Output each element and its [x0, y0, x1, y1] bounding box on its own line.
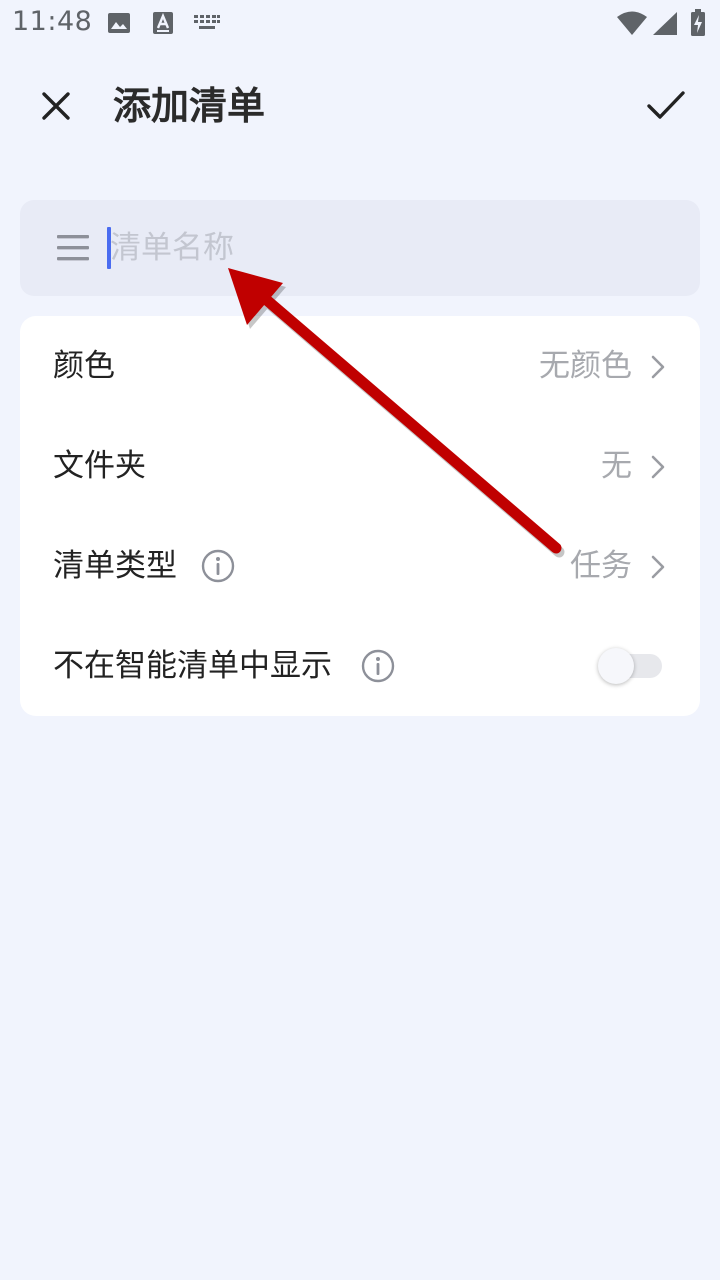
- add-list-screen: 11:48 添加清单 清单名称 颜色 无颜色 文件夹 无 清单类型 任务 不在智…: [0, 0, 720, 1280]
- hide-in-smart-list-toggle[interactable]: [598, 648, 662, 684]
- app-bar: 添加清单: [0, 56, 720, 156]
- check-icon: [647, 91, 685, 119]
- keyboard-icon: [194, 15, 220, 29]
- list-name-field[interactable]: [20, 200, 700, 296]
- color-label: 颜色: [53, 348, 115, 384]
- signal-icon: [653, 12, 677, 35]
- confirm-button[interactable]: [638, 78, 694, 134]
- page-title: 添加清单: [113, 84, 266, 128]
- status-time: 11:48: [12, 6, 93, 37]
- settings-card: 颜色 无颜色 文件夹 无 清单类型 任务 不在智能清单中显示: [20, 316, 700, 716]
- close-button[interactable]: [28, 78, 84, 134]
- chevron-right-icon: [651, 555, 665, 579]
- hide-in-smart-list-row: 不在智能清单中显示: [20, 616, 700, 716]
- list-type-value: 任务: [570, 548, 632, 584]
- info-icon[interactable]: [361, 649, 395, 683]
- color-value: 无颜色: [539, 348, 632, 384]
- info-icon[interactable]: [201, 549, 235, 583]
- hide-in-smart-list-label: 不在智能清单中显示: [53, 648, 332, 684]
- color-row[interactable]: 颜色 无颜色: [20, 316, 700, 416]
- chevron-right-icon: [651, 355, 665, 379]
- wifi-icon: [617, 11, 647, 35]
- folder-value: 无: [601, 448, 632, 484]
- status-bar: 11:48: [0, 0, 720, 48]
- list-type-label: 清单类型: [53, 548, 177, 584]
- folder-row[interactable]: 文件夹 无: [20, 416, 700, 516]
- text-a-icon: [153, 12, 173, 34]
- chevron-right-icon: [651, 455, 665, 479]
- toggle-knob: [598, 648, 634, 684]
- image-icon: [108, 13, 130, 33]
- list-icon: [57, 235, 89, 261]
- list-type-row[interactable]: 清单类型 任务: [20, 516, 700, 616]
- close-icon: [42, 92, 70, 120]
- battery-charging-icon: [691, 9, 705, 36]
- list-name-input[interactable]: [110, 220, 670, 276]
- folder-label: 文件夹: [53, 448, 146, 484]
